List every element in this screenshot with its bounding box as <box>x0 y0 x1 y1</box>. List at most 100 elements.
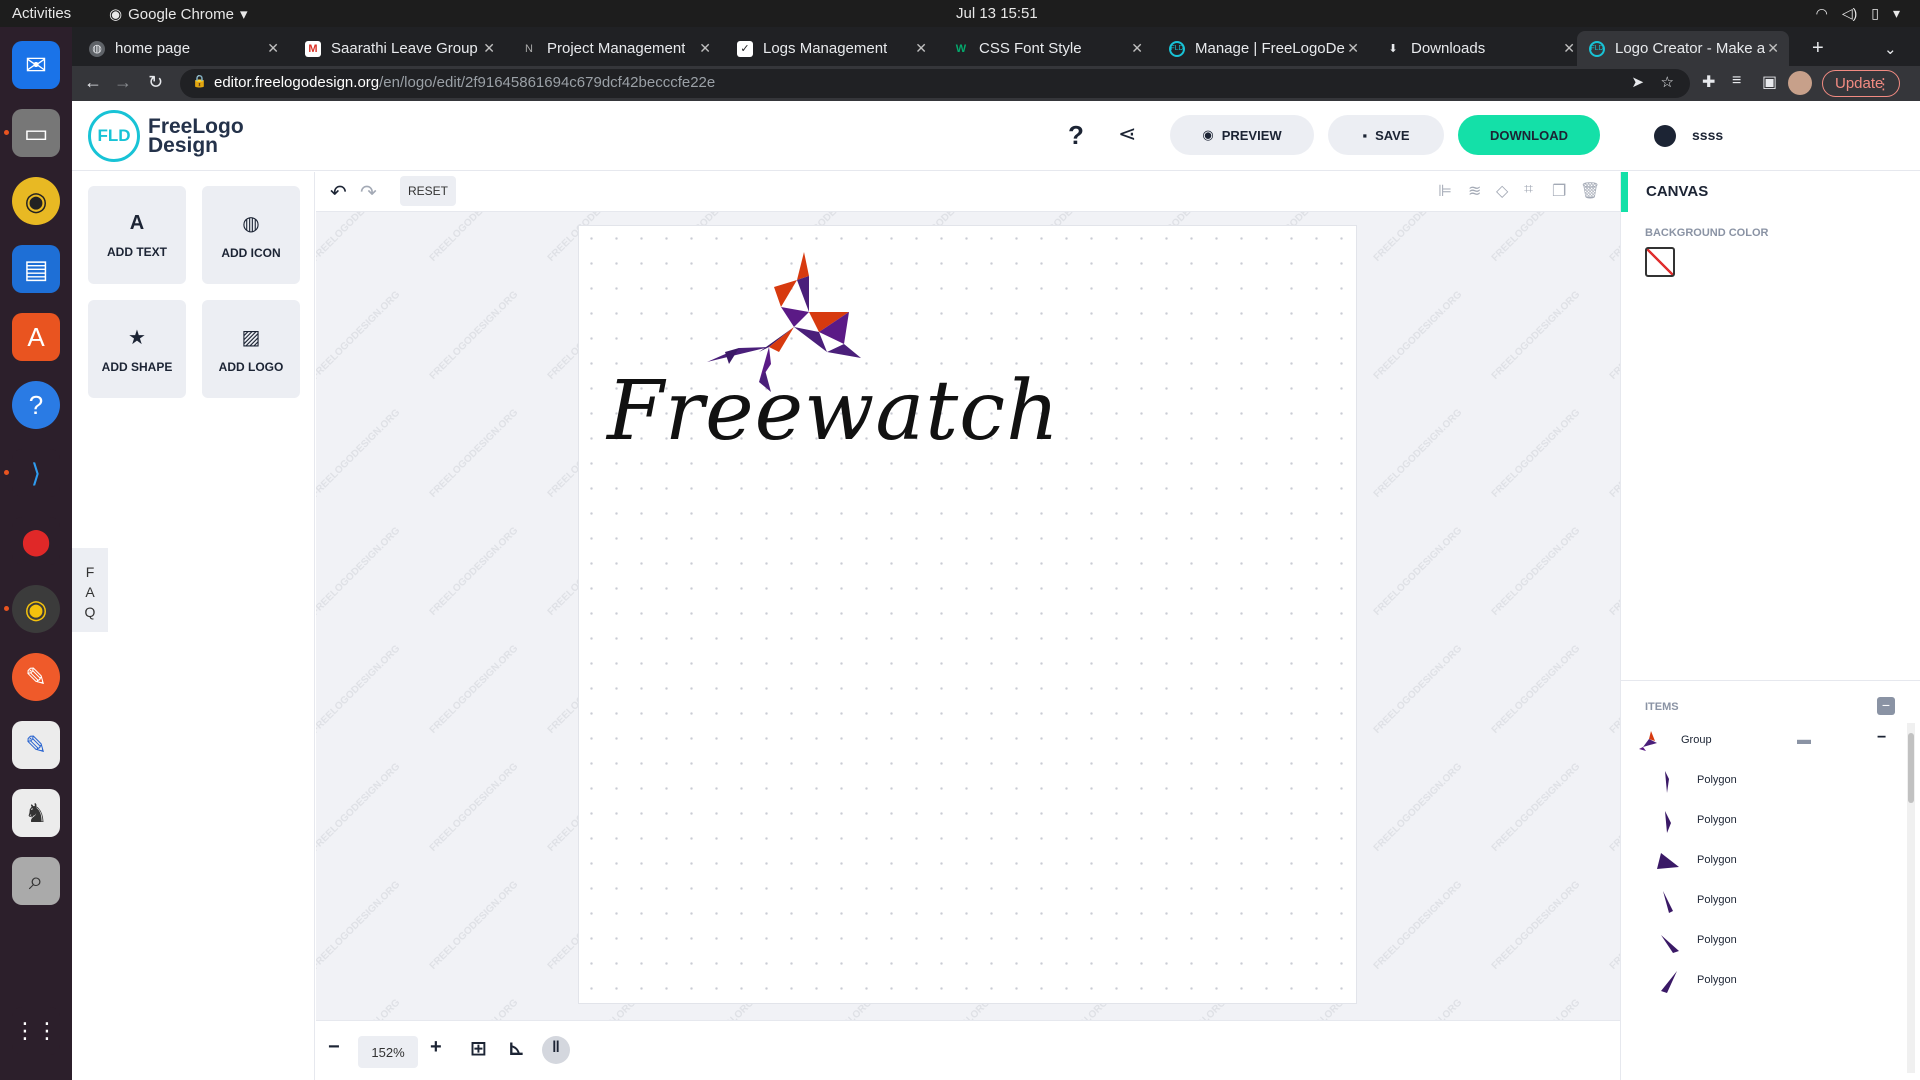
close-icon[interactable]: ✕ <box>483 40 495 57</box>
brand-name[interactable]: FreeLogo Design <box>148 116 244 156</box>
back-icon[interactable]: ← <box>84 72 102 93</box>
rhythmbox-icon[interactable]: ◉ <box>12 177 60 225</box>
list-item-polygon[interactable]: Polygon <box>1621 883 1901 919</box>
reload-icon[interactable]: ↻ <box>148 72 163 93</box>
close-icon[interactable]: ✕ <box>1767 40 1779 57</box>
add-logo-button[interactable]: ▨ ADD LOGO <box>202 300 300 398</box>
tab-logo-creator[interactable]: FLD Logo Creator - Make a ✕ <box>1577 31 1789 66</box>
tab-home-page[interactable]: ◍ home page ✕ <box>77 31 289 66</box>
list-item-polygon[interactable]: Polygon <box>1621 963 1901 999</box>
crop-icon[interactable]: ⌗ <box>1524 181 1533 199</box>
minus-icon[interactable]: − <box>1877 729 1886 747</box>
extensions-icon[interactable]: ✚ <box>1702 72 1715 92</box>
watermark-text: FREELOGODESIGN.ORG <box>1607 525 1620 618</box>
polygon-thumb-icon <box>1661 971 1677 993</box>
clock[interactable]: Jul 13 15:51 <box>956 5 1038 22</box>
close-icon[interactable]: ✕ <box>267 40 279 57</box>
vscode-icon[interactable]: ⟩ <box>12 449 60 497</box>
design-canvas[interactable]: Freewatch <box>579 226 1356 1003</box>
close-icon[interactable]: ✕ <box>699 40 711 57</box>
new-tab-button[interactable]: + <box>1800 31 1836 66</box>
brand-text[interactable]: Freewatch <box>607 364 1060 459</box>
tab-search-button[interactable]: ⌄ <box>1872 31 1912 66</box>
chrome-icon[interactable]: ◉ <box>12 585 60 633</box>
watermark-text: FREELOGODESIGN.ORG <box>427 525 521 618</box>
username[interactable]: ssss <box>1692 127 1723 143</box>
list-item-group[interactable]: Group ▬ − <box>1621 723 1901 759</box>
text-editor-icon[interactable]: ✎ <box>12 721 60 769</box>
align-icon[interactable]: ⊫ <box>1438 181 1452 201</box>
faq-button[interactable]: F A Q <box>72 548 108 632</box>
forward-icon[interactable]: → <box>114 72 132 93</box>
star-icon[interactable]: ☆ <box>1661 73 1674 91</box>
download-button[interactable]: DOWNLOAD <box>1458 115 1600 155</box>
system-tray[interactable]: ◠ ◁) ▯ ▾ <box>1816 5 1900 22</box>
sidepanel-icon[interactable]: ▣ <box>1762 72 1777 92</box>
ruler-icon[interactable]: ⊾ <box>508 1036 525 1061</box>
list-item-polygon[interactable]: Polygon <box>1621 803 1901 839</box>
list-item-polygon[interactable]: Polygon <box>1621 843 1901 879</box>
folder-icon[interactable]: ▬ <box>1797 731 1811 747</box>
app-grid-icon[interactable]: ⋮⋮ <box>12 1007 60 1055</box>
duplicate-icon[interactable]: ❐ <box>1552 181 1566 201</box>
share-icon[interactable]: ⋖ <box>1118 121 1136 147</box>
gimp-icon[interactable]: ♞ <box>12 789 60 837</box>
tab-logs-management[interactable]: ✓ Logs Management ✕ <box>725 31 937 66</box>
fld-logo[interactable]: FLD <box>88 110 140 162</box>
send-icon[interactable]: ➤ <box>1631 73 1644 91</box>
layers-icon[interactable]: ≋ <box>1468 181 1481 201</box>
zoom-in-icon[interactable]: + <box>430 1036 442 1059</box>
list-item-polygon[interactable]: Polygon <box>1621 763 1901 799</box>
scrollbar-thumb[interactable] <box>1908 733 1914 803</box>
reset-button[interactable]: RESET <box>400 176 456 206</box>
activities-button[interactable]: Activities <box>12 5 71 22</box>
writer-icon[interactable]: ▤ <box>12 245 60 293</box>
properties-panel: CANVAS BACKGROUND COLOR ITEMS − Group ▬ … <box>1620 172 1920 1080</box>
tab-label: CSS Font Style <box>979 40 1082 57</box>
workspace[interactable]: FREELOGODESIGN.ORG FREELOGODESIGN.ORG FREE… <box>316 172 1620 1020</box>
add-icon-button[interactable]: ◍ ADD ICON <box>202 186 300 284</box>
gmail-icon: M <box>305 40 321 57</box>
trash-icon[interactable]: 🗑 <box>1580 181 1600 201</box>
help-icon[interactable]: ? <box>12 381 60 429</box>
tab-manage-freelogo[interactable]: FLD Manage | FreeLogoDe ✕ <box>1157 31 1369 66</box>
guides-icon[interactable]: ‖ <box>542 1036 570 1064</box>
profile-avatar[interactable] <box>1788 71 1812 95</box>
zoom-level[interactable]: 152% <box>358 1036 418 1068</box>
url-input[interactable]: 🔒 editor.freelogodesign.org/en/logo/edit… <box>180 69 1690 98</box>
close-icon[interactable]: ✕ <box>915 40 927 57</box>
volume-icon: ◁) <box>1841 5 1858 21</box>
add-shape-button[interactable]: ★ ADD SHAPE <box>88 300 186 398</box>
tab-saarathi[interactable]: M Saarathi Leave Group ✕ <box>293 31 505 66</box>
close-icon[interactable]: ✕ <box>1347 40 1359 57</box>
software-icon[interactable]: A <box>12 313 60 361</box>
undo-icon[interactable]: ↶ <box>330 180 347 205</box>
tab-project-management[interactable]: N Project Management ✕ <box>509 31 721 66</box>
help-icon[interactable]: ? <box>1068 120 1084 151</box>
items-scrollbar[interactable] <box>1907 723 1915 1073</box>
app-menu[interactable]: ◉ Google Chrome ▾ <box>109 5 248 24</box>
add-text-button[interactable]: A ADD TEXT <box>88 186 186 284</box>
close-icon[interactable]: ✕ <box>1563 40 1575 57</box>
screen-recorder-icon[interactable]: ⬤ <box>12 517 60 565</box>
redo-icon[interactable]: ↷ <box>360 180 377 205</box>
grid-icon[interactable]: ⊞ <box>470 1036 487 1061</box>
list-item-polygon[interactable]: Polygon <box>1621 923 1901 959</box>
tab-css-font-style[interactable]: W CSS Font Style ✕ <box>941 31 1153 66</box>
flip-icon[interactable]: ◇ <box>1496 181 1508 201</box>
tab-downloads[interactable]: ⬇ Downloads ✕ <box>1373 31 1585 66</box>
thunderbird-icon[interactable]: ✉ <box>12 41 60 89</box>
files-icon[interactable]: ▭ <box>12 109 60 157</box>
update-button[interactable]: Update ⋮ <box>1822 70 1900 97</box>
zoom-out-icon[interactable]: − <box>328 1036 340 1059</box>
collapse-icon[interactable]: − <box>1877 697 1895 715</box>
save-button[interactable]: ▪ SAVE <box>1328 115 1444 155</box>
search-icon[interactable]: ⌕ <box>12 857 60 905</box>
postman-icon[interactable]: ✎ <box>12 653 60 701</box>
user-avatar-icon[interactable] <box>1654 125 1676 147</box>
watermark-text: FREELOGODESIGN.ORG <box>1371 407 1465 500</box>
bg-color-swatch[interactable] <box>1645 247 1675 277</box>
close-icon[interactable]: ✕ <box>1131 40 1143 57</box>
media-icon[interactable]: ≡ <box>1732 72 1741 90</box>
preview-button[interactable]: ◉ PREVIEW <box>1170 115 1314 155</box>
